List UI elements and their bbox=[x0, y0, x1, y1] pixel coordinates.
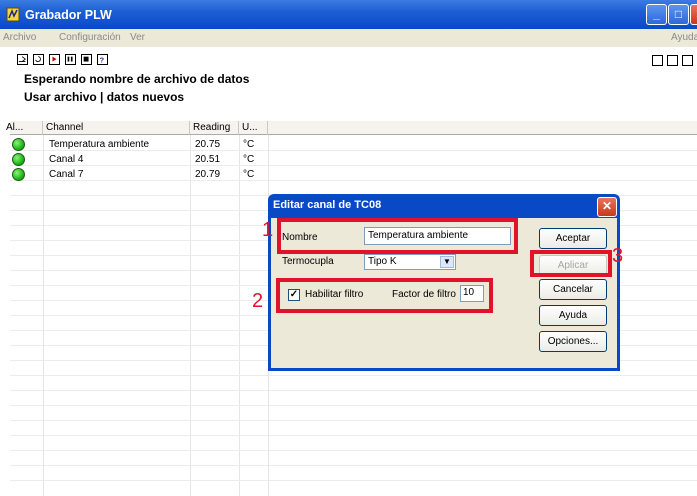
close-button[interactable]: ✕ bbox=[690, 4, 697, 25]
title-bar: Grabador PLW _ □ ✕ bbox=[0, 0, 697, 29]
cancelar-button[interactable]: Cancelar bbox=[539, 279, 607, 300]
svg-text:?: ? bbox=[100, 55, 105, 64]
column-header-channel[interactable]: Channel bbox=[43, 121, 190, 135]
minimize-button[interactable]: _ bbox=[646, 4, 667, 25]
stop-icon[interactable] bbox=[81, 54, 92, 65]
column-header-unit[interactable]: U... bbox=[239, 121, 268, 135]
termocupla-value: Tipo K bbox=[368, 256, 397, 267]
channel-unit: °C bbox=[243, 139, 255, 150]
annotation-marker-1: 1 bbox=[262, 219, 274, 241]
menu-archivo[interactable]: Archivo bbox=[3, 32, 36, 43]
dialog-title: Editar canal de TC08 bbox=[273, 199, 382, 211]
grid-header: Al... Channel Reading U... bbox=[6, 121, 697, 135]
aceptar-button[interactable]: Aceptar bbox=[539, 228, 607, 249]
highlight-box-2 bbox=[276, 278, 493, 313]
channel-name: Temperatura ambiente bbox=[49, 139, 150, 150]
channel-name: Canal 7 bbox=[49, 169, 84, 180]
column-header-reading[interactable]: Reading bbox=[190, 121, 239, 135]
menu-ayuda[interactable]: Ayuda bbox=[671, 32, 697, 43]
view-list-icon[interactable] bbox=[682, 55, 693, 66]
window-title: Grabador PLW bbox=[25, 8, 112, 22]
channel-reading: 20.79 bbox=[195, 169, 221, 180]
highlight-box-1 bbox=[277, 218, 518, 254]
channel-name: Canal 4 bbox=[49, 154, 84, 165]
opciones-button[interactable]: Opciones... bbox=[539, 331, 607, 352]
refresh-icon[interactable] bbox=[33, 54, 44, 65]
maximize-button[interactable]: □ bbox=[668, 4, 689, 25]
alarm-ok-icon bbox=[12, 168, 25, 181]
termocupla-select[interactable]: Tipo K ▼ bbox=[364, 254, 456, 270]
alarm-ok-icon bbox=[12, 138, 25, 151]
highlight-box-3 bbox=[530, 250, 612, 277]
channel-reading: 20.75 bbox=[195, 139, 221, 150]
termocupla-label: Termocupla bbox=[282, 256, 334, 267]
annotation-marker-2: 2 bbox=[252, 290, 264, 312]
channel-unit: °C bbox=[243, 169, 255, 180]
channel-reading: 20.51 bbox=[195, 154, 221, 165]
annotation-marker-3: 3 bbox=[612, 245, 624, 267]
column-header-alarm[interactable]: Al... bbox=[0, 121, 43, 135]
menu-configuracion[interactable]: Configuración bbox=[59, 32, 121, 43]
dialog-close-button[interactable]: ✕ bbox=[597, 197, 617, 217]
help-icon[interactable]: ? bbox=[97, 54, 108, 65]
chevron-down-icon: ▼ bbox=[440, 256, 454, 268]
pause-icon[interactable] bbox=[65, 54, 76, 65]
status-line-2: Usar archivo | datos nuevos bbox=[24, 90, 185, 104]
view-graph-icon[interactable] bbox=[667, 55, 678, 66]
menu-ver[interactable]: Ver bbox=[130, 32, 145, 43]
open-file-icon[interactable] bbox=[17, 54, 28, 65]
menu-bar: Archivo Configuración Ver Ayuda bbox=[0, 29, 697, 47]
alarm-ok-icon bbox=[12, 153, 25, 166]
view-table-icon[interactable] bbox=[652, 55, 663, 66]
channel-unit: °C bbox=[243, 154, 255, 165]
record-icon[interactable] bbox=[49, 54, 60, 65]
status-line-1: Esperando nombre de archivo de datos bbox=[24, 72, 250, 86]
toolbar: ? bbox=[0, 47, 697, 71]
ayuda-button[interactable]: Ayuda bbox=[539, 305, 607, 326]
app-icon bbox=[6, 7, 20, 22]
